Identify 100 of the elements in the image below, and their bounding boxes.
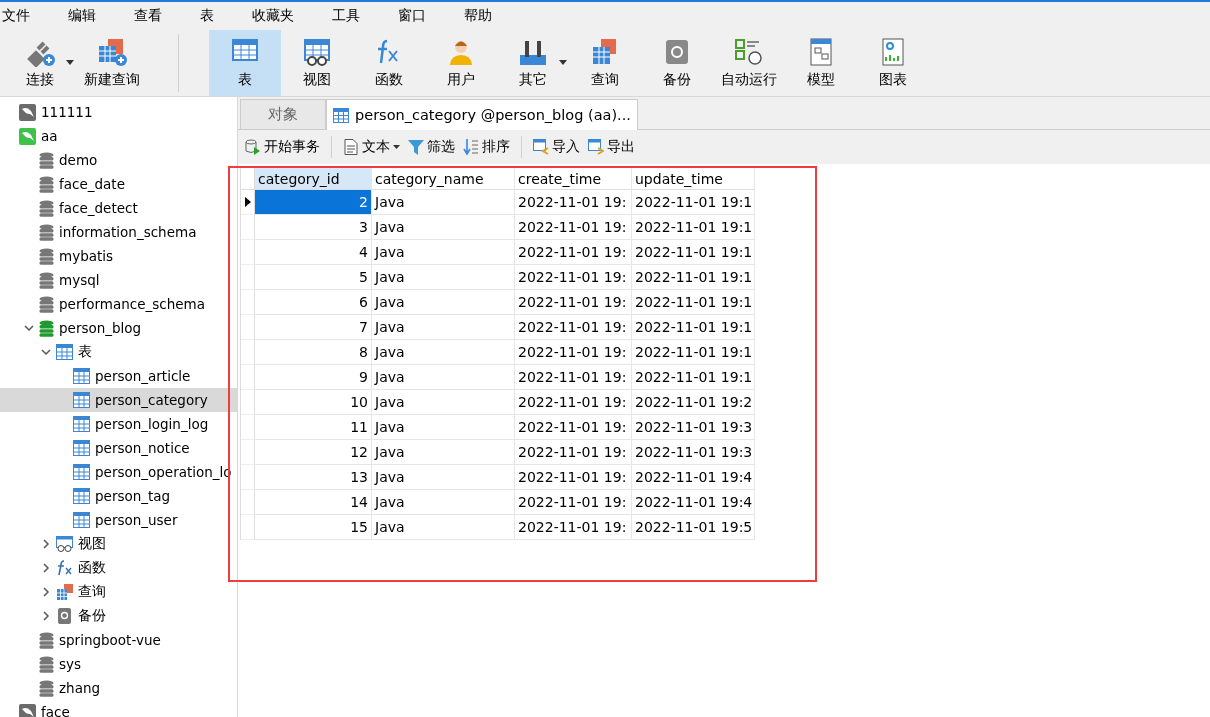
table-cell[interactable]: Java — [372, 190, 515, 215]
chevron-right-icon[interactable] — [41, 587, 51, 597]
toolbar-button[interactable]: 其它 — [497, 30, 569, 96]
toolbar-button[interactable]: 图表 — [857, 30, 929, 96]
tree-item[interactable]: mysql — [0, 268, 237, 292]
toolbar-button[interactable]: 导出 — [587, 136, 636, 158]
tree-item[interactable]: aa — [0, 124, 237, 148]
table-cell[interactable]: 2022-11-01 19:1 — [632, 365, 755, 390]
menu-item[interactable]: 编辑 — [68, 7, 110, 25]
tree-item[interactable]: 表 — [0, 340, 237, 364]
chevron-right-icon[interactable] — [41, 611, 51, 621]
toolbar-button[interactable]: 开始事务 — [244, 136, 321, 158]
toolbar-button[interactable]: 函数 — [353, 30, 425, 96]
table-cell[interactable]: 7 — [255, 315, 372, 340]
toolbar-button[interactable]: 文本 — [342, 136, 401, 158]
table-cell[interactable]: 2022-11-01 19:3 — [632, 415, 755, 440]
table-cell[interactable]: 14 — [255, 490, 372, 515]
menu-item[interactable]: 窗口 — [398, 7, 440, 25]
tab[interactable]: 对象 — [240, 99, 326, 129]
chevron-right-icon[interactable] — [41, 563, 51, 573]
table-cell[interactable]: 2022-11-01 19:4 — [632, 465, 755, 490]
tree-item[interactable]: demo — [0, 148, 237, 172]
chevron-down-icon[interactable] — [41, 347, 51, 357]
table-cell[interactable]: 2022-11-01 19: — [515, 490, 632, 515]
table-cell[interactable]: 2022-11-01 19: — [515, 190, 632, 215]
menu-item[interactable]: 帮助 — [464, 7, 506, 25]
toolbar-button[interactable]: 连接 — [4, 30, 76, 96]
table-cell[interactable]: Java — [372, 490, 515, 515]
tree-item[interactable]: person_category — [0, 388, 237, 412]
menu-item[interactable]: 文件 — [2, 7, 44, 25]
table-cell[interactable]: 10 — [255, 390, 372, 415]
table-cell[interactable]: 2022-11-01 19: — [515, 215, 632, 240]
table-cell[interactable]: 2022-11-01 19:2 — [632, 390, 755, 415]
table-cell[interactable]: 2022-11-01 19: — [515, 440, 632, 465]
tree-item[interactable]: 函数 — [0, 556, 237, 580]
table-cell[interactable]: Java — [372, 515, 515, 540]
table-cell[interactable]: 12 — [255, 440, 372, 465]
tree-item[interactable]: person_tag — [0, 484, 237, 508]
tree-item[interactable]: person_article — [0, 364, 237, 388]
table-cell[interactable]: 2022-11-01 19: — [515, 265, 632, 290]
table-cell[interactable]: 2022-11-01 19: — [515, 315, 632, 340]
table-cell[interactable]: 5 — [255, 265, 372, 290]
tree-item[interactable]: person_blog — [0, 316, 237, 340]
table-cell[interactable]: 2022-11-01 19:1 — [632, 240, 755, 265]
toolbar-button[interactable]: 导入 — [532, 136, 581, 158]
table-cell[interactable]: Java — [372, 465, 515, 490]
table-cell[interactable]: 4 — [255, 240, 372, 265]
toolbar-button[interactable]: 新建查询 — [76, 30, 148, 96]
column-header[interactable]: update_time — [632, 168, 755, 190]
toolbar-button[interactable]: 备份 — [641, 30, 713, 96]
toolbar-button[interactable]: 排序 — [462, 136, 511, 158]
table-cell[interactable]: 2022-11-01 19: — [515, 290, 632, 315]
tree-item[interactable]: 查询 — [0, 580, 237, 604]
toolbar-button[interactable]: 筛选 — [407, 136, 456, 158]
table-cell[interactable]: 2022-11-01 19: — [515, 365, 632, 390]
table-cell[interactable]: 3 — [255, 215, 372, 240]
menu-item[interactable]: 查看 — [134, 7, 176, 25]
table-cell[interactable]: 6 — [255, 290, 372, 315]
table-cell[interactable]: 9 — [255, 365, 372, 390]
table-cell[interactable]: 2022-11-01 19:1 — [632, 290, 755, 315]
tree-item[interactable]: person_user — [0, 508, 237, 532]
table-cell[interactable]: 2022-11-01 19:1 — [632, 265, 755, 290]
menu-item[interactable]: 表 — [200, 7, 228, 25]
table-cell[interactable]: Java — [372, 390, 515, 415]
tree-item[interactable]: 视图 — [0, 532, 237, 556]
table-cell[interactable]: Java — [372, 265, 515, 290]
table-cell[interactable]: Java — [372, 415, 515, 440]
column-header[interactable]: category_name — [372, 168, 515, 190]
table-cell[interactable]: Java — [372, 315, 515, 340]
table-cell[interactable]: 2022-11-01 19:1 — [632, 215, 755, 240]
column-header[interactable]: category_id — [255, 168, 372, 190]
table-cell[interactable]: Java — [372, 365, 515, 390]
table-cell[interactable]: 2022-11-01 19: — [515, 340, 632, 365]
table-cell[interactable]: Java — [372, 340, 515, 365]
table-cell[interactable]: 8 — [255, 340, 372, 365]
table-cell[interactable]: 2022-11-01 19:1 — [632, 340, 755, 365]
menu-item[interactable]: 收藏夹 — [252, 7, 308, 25]
table-cell[interactable]: 2022-11-01 19: — [515, 415, 632, 440]
table-cell[interactable]: 13 — [255, 465, 372, 490]
table-cell[interactable]: 2 — [255, 190, 372, 215]
table-cell[interactable]: 2022-11-01 19:1 — [632, 190, 755, 215]
toolbar-button[interactable]: 模型 — [785, 30, 857, 96]
toolbar-button[interactable]: 自动运行 — [713, 30, 785, 96]
tree-item[interactable]: performance_schema — [0, 292, 237, 316]
table-cell[interactable]: 15 — [255, 515, 372, 540]
table-cell[interactable]: Java — [372, 290, 515, 315]
table-cell[interactable]: 2022-11-01 19: — [515, 240, 632, 265]
tree-item[interactable]: sys — [0, 652, 237, 676]
tree-item[interactable]: person_login_log — [0, 412, 237, 436]
column-header[interactable]: create_time — [515, 168, 632, 190]
tab[interactable]: person_category @person_blog (aa)... — [326, 99, 638, 130]
tree-item[interactable]: face — [0, 700, 237, 717]
table-cell[interactable]: 2022-11-01 19:3 — [632, 440, 755, 465]
tree-item[interactable]: information_schema — [0, 220, 237, 244]
toolbar-button[interactable]: 视图 — [281, 30, 353, 96]
table-cell[interactable]: 2022-11-01 19:4 — [632, 490, 755, 515]
table-cell[interactable]: 2022-11-01 19: — [515, 390, 632, 415]
tree-item[interactable]: springboot-vue — [0, 628, 237, 652]
tree-item[interactable]: 备份 — [0, 604, 237, 628]
table-cell[interactable]: 2022-11-01 19: — [515, 515, 632, 540]
